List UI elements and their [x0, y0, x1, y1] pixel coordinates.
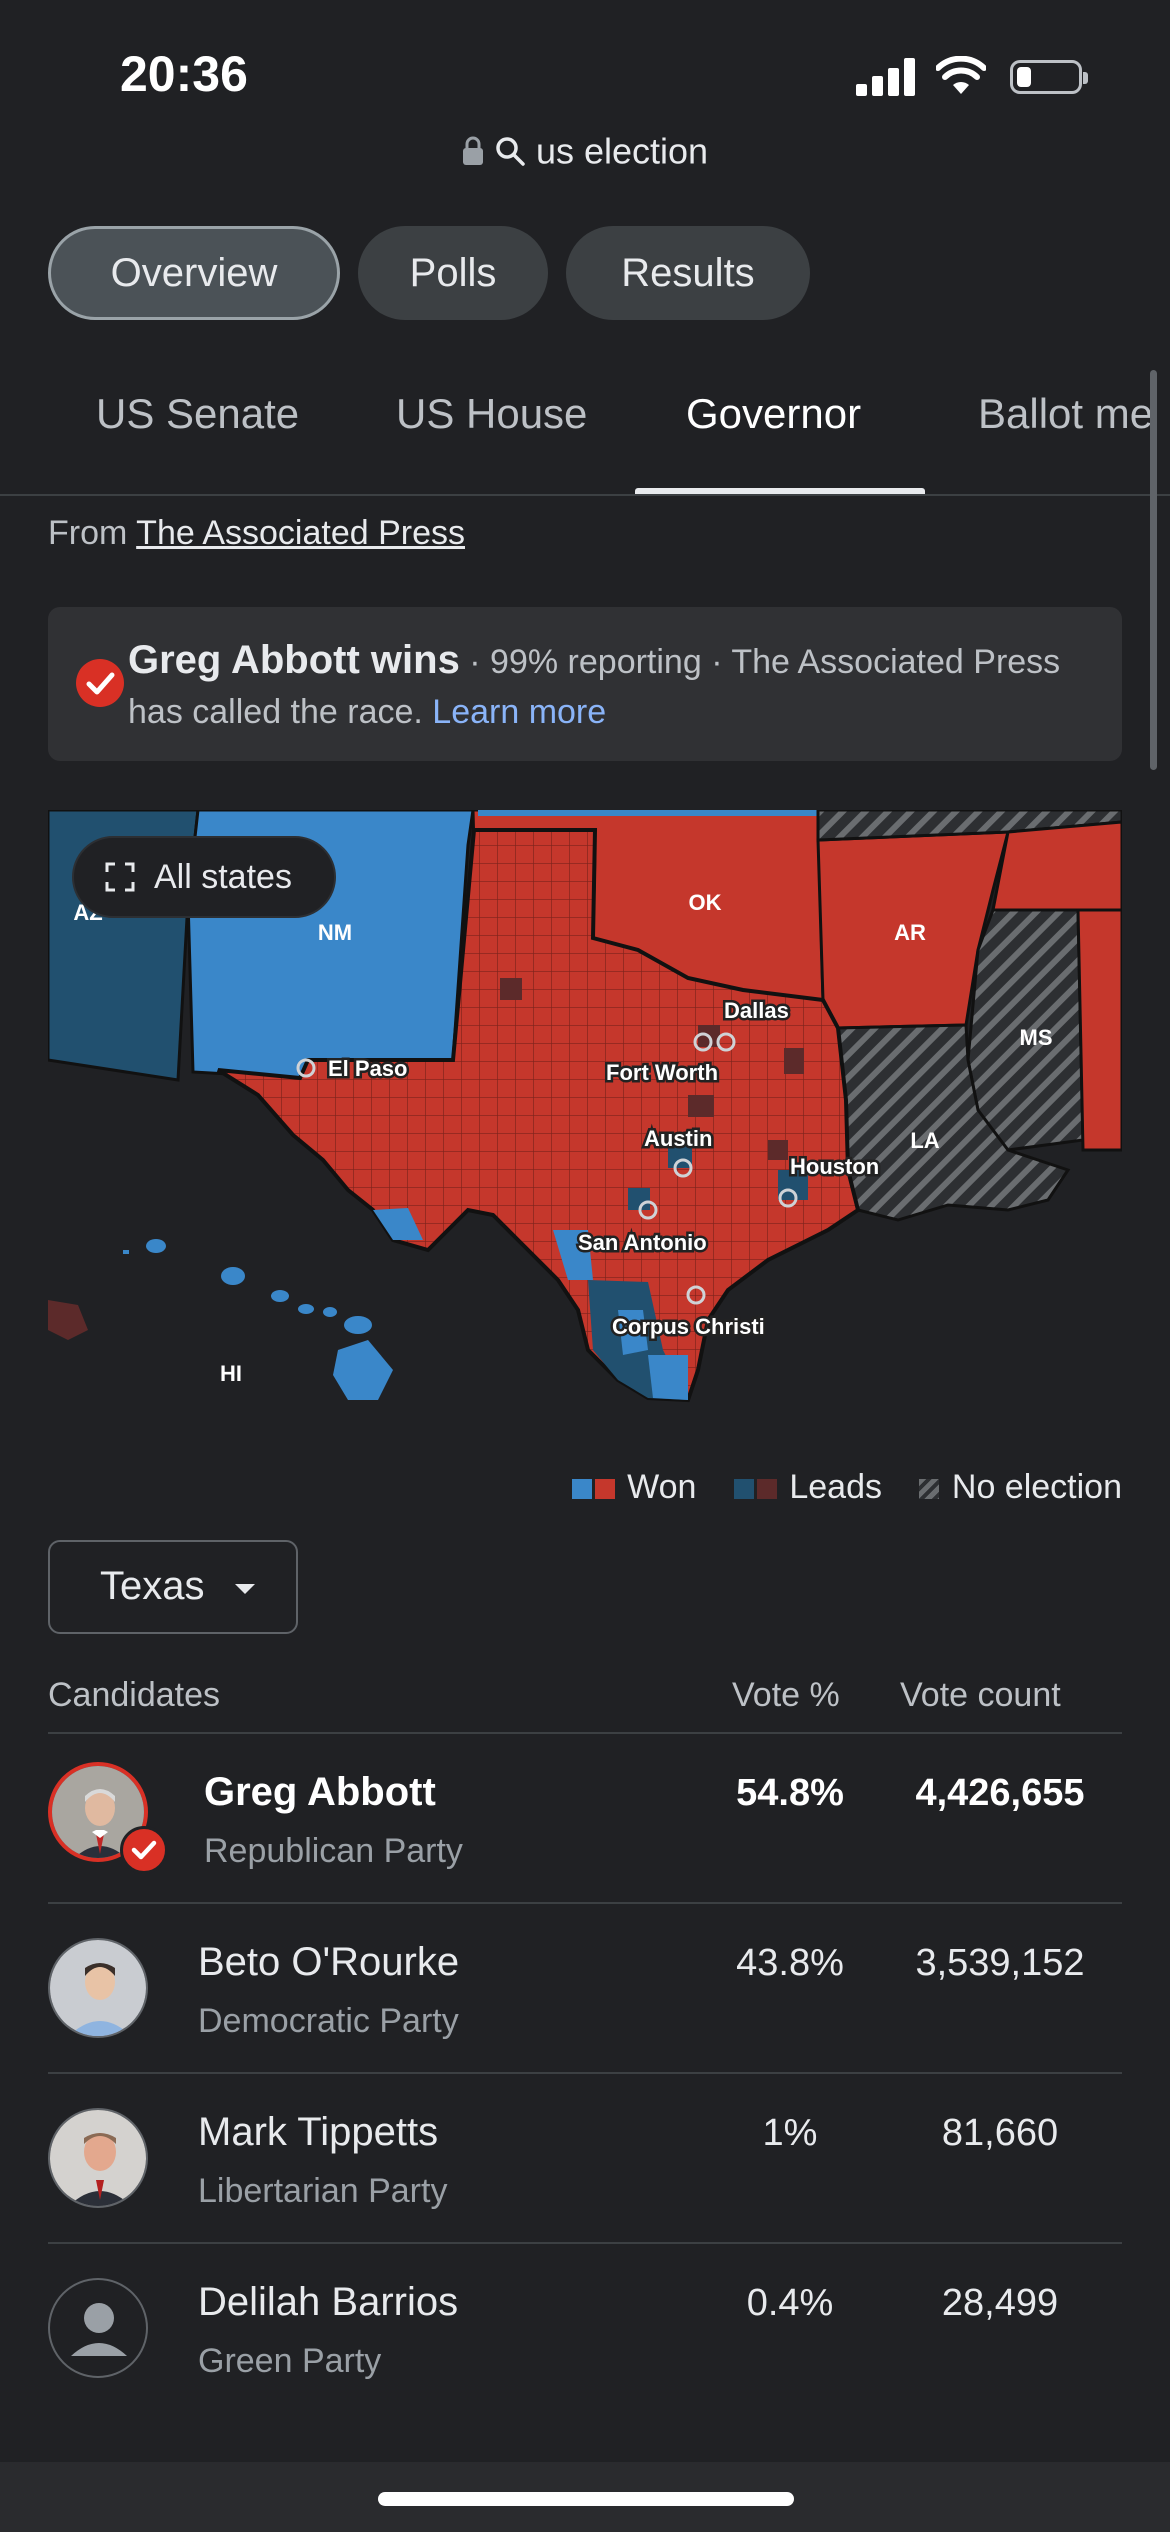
- vote-percent: 43.8%: [736, 1942, 844, 1984]
- candidate-row[interactable]: Greg Abbott Republican Party 54.8% 4,426…: [0, 1734, 1170, 1904]
- candidate-row[interactable]: Mark Tippetts Libertarian Party 1% 81,66…: [0, 2074, 1170, 2244]
- results-map[interactable]: AZ NM OK AR MS LA HI El Paso Dallas Fort…: [48, 810, 1122, 1410]
- search-icon: [496, 137, 525, 167]
- banner-text: Greg Abbott wins · 99% reporting · The A…: [128, 635, 1082, 737]
- home-indicator[interactable]: [378, 2492, 794, 2506]
- candidate-name: Greg Abbott: [204, 1770, 436, 1814]
- tab-ballot-measures[interactable]: Ballot me: [978, 390, 1153, 438]
- vote-count: 3,539,152: [915, 1942, 1085, 1984]
- map-label-ar: AR: [894, 920, 926, 945]
- header-vote-count[interactable]: Vote count: [900, 1676, 1061, 1715]
- county-lead[interactable]: [688, 1095, 714, 1117]
- chip-results[interactable]: Results: [566, 226, 810, 320]
- state-tn[interactable]: [991, 820, 1122, 912]
- swatch-no-election: [919, 1479, 940, 1500]
- candidate-party: Democratic Party: [198, 2002, 459, 2040]
- vote-percent: 0.4%: [746, 2282, 834, 2324]
- header-candidates: Candidates: [48, 1676, 221, 1714]
- tab-us-house[interactable]: US House: [396, 390, 587, 438]
- candidate-row[interactable]: Delilah Barrios Green Party 0.4% 28,499: [0, 2244, 1170, 2414]
- county-lead[interactable]: [500, 978, 522, 1000]
- swatch-dem-won: [571, 1479, 592, 1500]
- swatch-rep-won: [594, 1479, 615, 1500]
- city-label: Austin: [644, 1126, 712, 1151]
- wifi-icon: [936, 56, 986, 94]
- state-dropdown-value: Texas: [100, 1564, 205, 1608]
- candidate-party: Green Party: [198, 2342, 382, 2380]
- city-label: Houston: [790, 1154, 879, 1179]
- county-lead[interactable]: [784, 1048, 804, 1074]
- vote-percent: 1%: [762, 2112, 818, 2154]
- candidate-name: Delilah Barrios: [198, 2280, 459, 2324]
- learn-more-link[interactable]: Learn more: [432, 693, 606, 731]
- state-al[interactable]: [1076, 908, 1122, 1152]
- cellular-signal-icon: [856, 58, 916, 96]
- map-label-la: LA: [910, 1128, 939, 1153]
- url-query: us election: [535, 130, 709, 172]
- scrollbar[interactable]: [1150, 370, 1157, 770]
- source-prefix: From: [48, 514, 128, 552]
- winner-check-icon: [120, 1826, 168, 1874]
- legend-won: Won: [627, 1468, 697, 1506]
- tab-governor[interactable]: Governor: [686, 390, 861, 438]
- divider: [0, 494, 1170, 496]
- state-ks[interactable]: [478, 810, 818, 816]
- candidate-name: Beto O'Rourke: [198, 1940, 460, 1984]
- chip-overview[interactable]: Overview: [48, 226, 340, 320]
- candidate-row[interactable]: Beto O'Rourke Democratic Party 43.8% 3,5…: [0, 1904, 1170, 2074]
- banner-headline: Greg Abbott wins: [128, 638, 460, 682]
- person-placeholder-icon: [48, 2278, 148, 2378]
- city-label: Dallas: [724, 998, 789, 1023]
- vote-count: 4,426,655: [915, 1772, 1085, 1814]
- caret-down-icon: [235, 1584, 255, 1594]
- legend-leads: Leads: [789, 1468, 882, 1506]
- avatar: [48, 1938, 148, 2038]
- expand-icon: [105, 862, 135, 892]
- county-dem[interactable]: [628, 1188, 650, 1210]
- url-bar[interactable]: us election: [0, 128, 1170, 172]
- battery-icon: [1010, 60, 1088, 94]
- swatch-rep-lead: [756, 1479, 777, 1500]
- county-dem[interactable]: [648, 1355, 688, 1400]
- status-time: 20:36: [120, 46, 248, 102]
- legend-no-election: No election: [951, 1468, 1122, 1506]
- map-legend: Won Leads No election: [0, 1468, 1122, 1507]
- candidate-name: Mark Tippetts: [198, 2110, 439, 2154]
- all-states-label: All states: [154, 858, 292, 896]
- vote-count: 28,499: [941, 2282, 1059, 2324]
- source-line: From The Associated Press: [48, 514, 465, 553]
- candidate-party: Republican Party: [204, 1832, 463, 1870]
- map-label-ms: MS: [1020, 1025, 1053, 1050]
- map-label-ok: OK: [689, 890, 722, 915]
- county-lead[interactable]: [768, 1140, 788, 1160]
- city-label: Corpus Christi: [612, 1314, 765, 1339]
- vote-percent: 54.8%: [736, 1772, 844, 1814]
- race-call-banner: Greg Abbott wins · 99% reporting · The A…: [48, 607, 1122, 761]
- city-label: San Antonio: [578, 1230, 707, 1255]
- vote-count: 81,660: [941, 2112, 1059, 2154]
- city-label: Fort Worth: [606, 1060, 718, 1085]
- swatch-dem-lead: [733, 1479, 754, 1500]
- avatar: [48, 2108, 148, 2208]
- check-circle-icon: [76, 659, 124, 707]
- map-label-hi: HI: [220, 1361, 242, 1386]
- map-label-nm: NM: [318, 920, 352, 945]
- source-link[interactable]: The Associated Press: [136, 514, 465, 552]
- chip-polls[interactable]: Polls: [358, 226, 548, 320]
- header-vote-pct[interactable]: Vote %: [732, 1676, 840, 1715]
- state-dropdown[interactable]: Texas: [48, 1540, 298, 1634]
- tab-us-senate[interactable]: US Senate: [96, 390, 299, 438]
- all-states-button[interactable]: All states: [72, 836, 336, 918]
- lock-icon: [462, 137, 483, 166]
- candidate-party: Libertarian Party: [198, 2172, 448, 2210]
- city-label: El Paso: [328, 1056, 407, 1081]
